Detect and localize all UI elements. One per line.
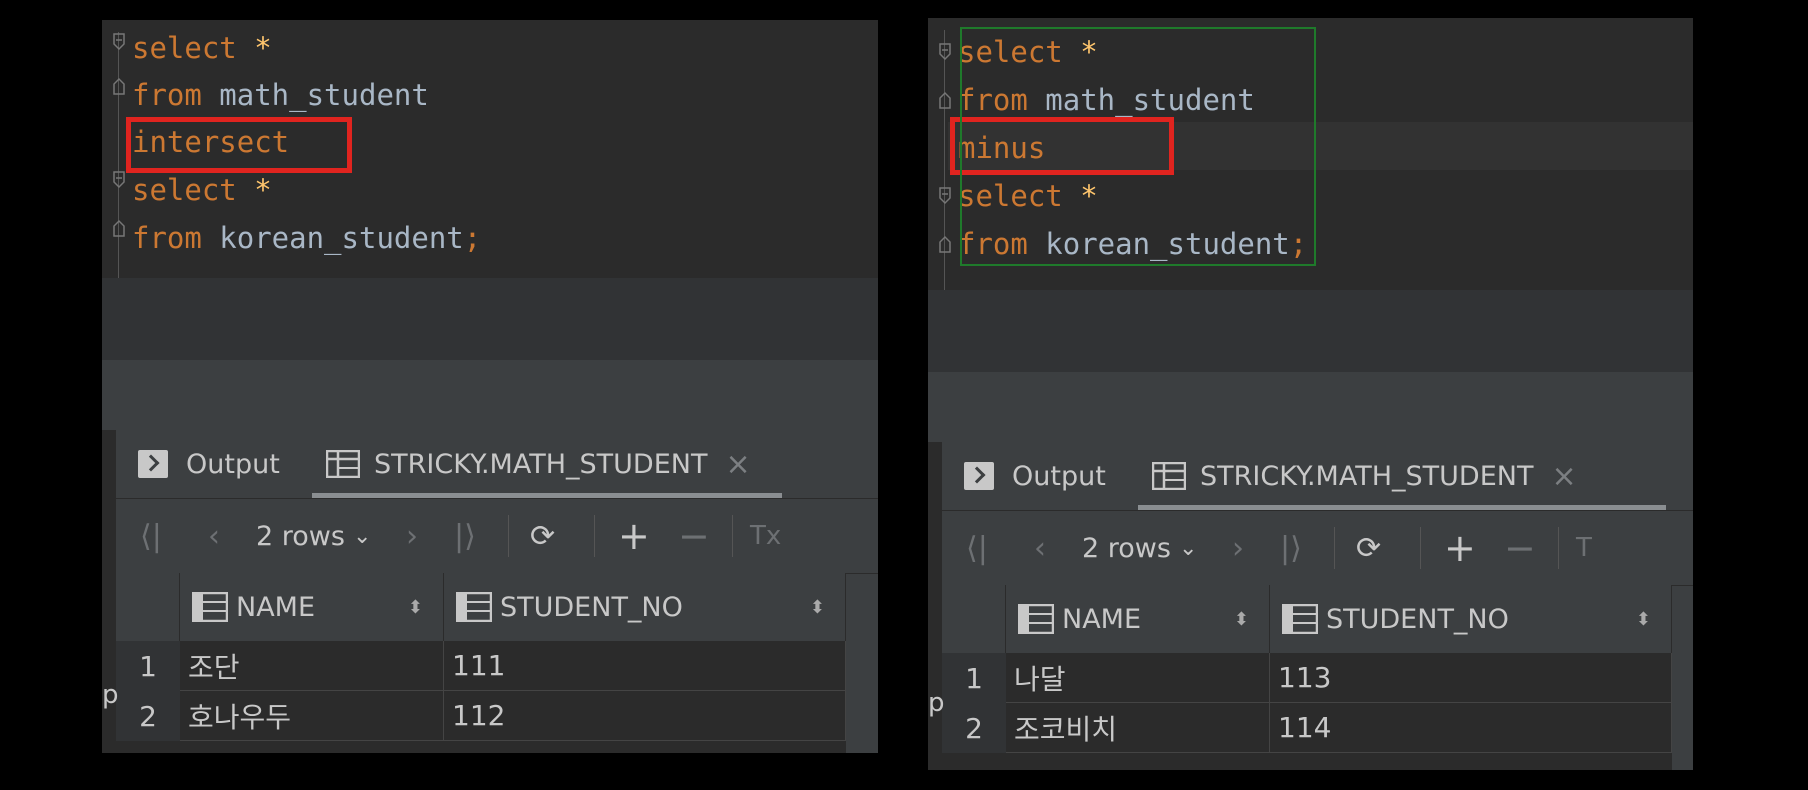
add-row-icon[interactable]: + (1444, 511, 1476, 585)
column-icon (1282, 604, 1318, 634)
results-toolbar: ⟨| ‹ 2 rows ⌄ › |⟩ ⟳ + − Tx (116, 498, 878, 574)
cell-student-no[interactable]: 111 (444, 641, 846, 691)
cell-student-no[interactable]: 112 (444, 691, 846, 741)
results-toolbar: ⟨| ‹ 2 rows ⌄ › |⟩ ⟳ + − T (942, 510, 1693, 586)
right-screenshot-panel: select * from math_student minus select … (928, 18, 1693, 770)
tx-mode[interactable]: Tx (750, 499, 781, 573)
gutter-line (118, 32, 119, 292)
row-number[interactable]: 2 (942, 703, 1006, 753)
editor-bottom-area (102, 278, 878, 360)
selection-box (960, 27, 1316, 266)
edge-text: p (928, 688, 945, 718)
remove-row-icon[interactable]: − (678, 499, 710, 573)
next-page-icon[interactable]: › (406, 499, 418, 573)
table-icon (1152, 462, 1186, 490)
tab-output[interactable]: Output (964, 442, 1106, 510)
results-tabs: Output STRICKY.MATH_STUDENT × (942, 442, 1693, 510)
sort-icon[interactable]: ⬍ (408, 597, 423, 618)
column-header-student-no[interactable]: STUDENT_NO ⬍ (1270, 585, 1672, 653)
results-tabs: Output STRICKY.MATH_STUDENT × (116, 430, 878, 498)
first-page-icon[interactable]: ⟨| (966, 511, 988, 585)
chevron-down-icon: ⌄ (352, 523, 372, 549)
chevron-down-icon: ⌄ (1178, 535, 1198, 561)
row-number-header (942, 585, 1006, 653)
table-icon (326, 450, 360, 478)
separator (1420, 527, 1421, 569)
highlight-box (126, 117, 352, 173)
sql-editor[interactable]: select * from math_student minus select … (928, 18, 1693, 290)
cell-name[interactable]: 나달 (1006, 653, 1270, 703)
code-line-2[interactable]: from math_student (132, 75, 429, 115)
row-number-header (116, 573, 180, 641)
sort-icon[interactable]: ⬍ (1234, 609, 1249, 630)
column-icon (192, 592, 228, 622)
console-icon (138, 450, 168, 478)
code-line-5[interactable]: from korean_student; (132, 218, 481, 258)
cell-student-no[interactable]: 114 (1270, 703, 1672, 753)
column-header-student-no[interactable]: STUDENT_NO ⬍ (444, 573, 846, 641)
console-icon (964, 462, 994, 490)
refresh-icon[interactable]: ⟳ (1356, 511, 1381, 585)
tab-result[interactable]: STRICKY.MATH_STUDENT × (326, 430, 751, 498)
fold-icon[interactable] (112, 218, 126, 238)
row-number[interactable]: 1 (116, 641, 180, 691)
splitter-area (102, 360, 878, 430)
separator (508, 515, 509, 557)
sql-editor[interactable]: select * from math_student intersect sel… (102, 20, 878, 292)
remove-row-icon[interactable]: − (1504, 511, 1536, 585)
cell-student-no[interactable]: 113 (1270, 653, 1672, 703)
refresh-icon[interactable]: ⟳ (530, 499, 555, 573)
cell-name[interactable]: 호나우두 (180, 691, 444, 741)
cell-name[interactable]: 조코비치 (1006, 703, 1270, 753)
fold-icon[interactable] (938, 42, 952, 62)
fold-icon[interactable] (938, 234, 952, 254)
column-icon (456, 592, 492, 622)
tab-output[interactable]: Output (138, 430, 280, 498)
next-page-icon[interactable]: › (1232, 511, 1244, 585)
tx-mode[interactable]: T (1576, 511, 1592, 585)
column-header-name[interactable]: NAME ⬍ (1006, 585, 1270, 653)
code-line-4[interactable]: select * (132, 170, 272, 210)
fold-icon[interactable] (112, 170, 126, 190)
last-page-icon[interactable]: |⟩ (454, 499, 476, 573)
fold-icon[interactable] (938, 186, 952, 206)
prev-page-icon[interactable]: ‹ (208, 499, 220, 573)
results-grid: NAME ⬍ STUDENT_NO ⬍ 1 나달 113 2 조코비치 114 (942, 585, 1672, 770)
sort-icon[interactable]: ⬍ (810, 597, 825, 618)
add-row-icon[interactable]: + (618, 499, 650, 573)
results-tool-window: Output STRICKY.MATH_STUDENT × ⟨| ‹ 2 row… (116, 430, 878, 753)
editor-bottom-area (928, 290, 1693, 372)
rows-dropdown[interactable]: 2 rows ⌄ (1082, 511, 1197, 585)
sort-icon[interactable]: ⬍ (1636, 609, 1651, 630)
row-number[interactable]: 1 (942, 653, 1006, 703)
separator (1334, 527, 1335, 569)
close-icon[interactable]: × (1551, 459, 1576, 494)
edge-text: p (102, 680, 119, 710)
column-icon (1018, 604, 1054, 634)
splitter-area (928, 372, 1693, 442)
fold-icon[interactable] (112, 32, 126, 52)
left-screenshot-panel: select * from math_student intersect sel… (102, 20, 878, 753)
separator (594, 515, 595, 557)
fold-icon[interactable] (112, 76, 126, 96)
tab-result[interactable]: STRICKY.MATH_STUDENT × (1152, 442, 1577, 510)
rows-dropdown[interactable]: 2 rows ⌄ (256, 499, 371, 573)
results-grid: NAME ⬍ STUDENT_NO ⬍ 1 조단 111 2 호나우두 112 (116, 573, 846, 753)
close-icon[interactable]: × (725, 447, 750, 482)
first-page-icon[interactable]: ⟨| (140, 499, 162, 573)
results-tool-window: Output STRICKY.MATH_STUDENT × ⟨| ‹ 2 row… (942, 442, 1693, 770)
separator (1558, 527, 1559, 569)
prev-page-icon[interactable]: ‹ (1034, 511, 1046, 585)
separator (732, 515, 733, 557)
cell-name[interactable]: 조단 (180, 641, 444, 691)
column-header-name[interactable]: NAME ⬍ (180, 573, 444, 641)
fold-icon[interactable] (938, 90, 952, 110)
code-line-1[interactable]: select * (132, 28, 272, 68)
row-number[interactable]: 2 (116, 691, 180, 741)
last-page-icon[interactable]: |⟩ (1280, 511, 1302, 585)
